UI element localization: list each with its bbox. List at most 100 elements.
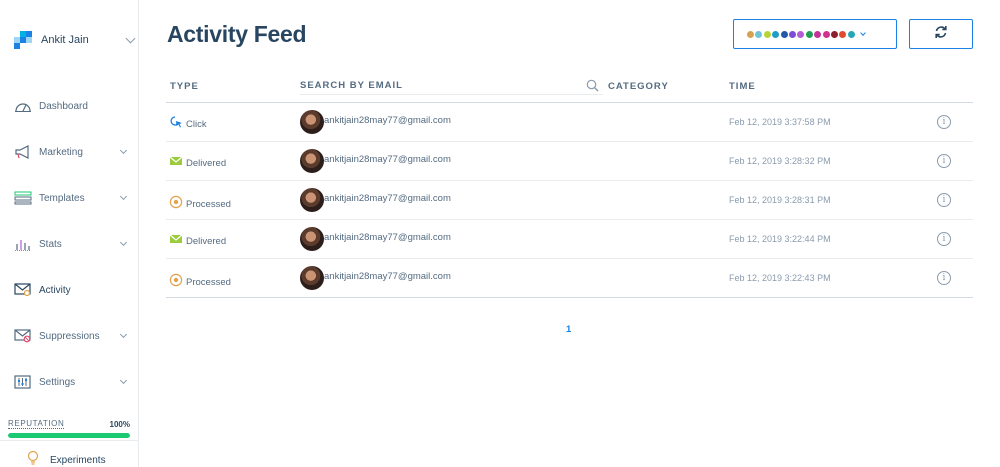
sidebar-item-label: Dashboard: [39, 100, 88, 112]
reputation-meter: REPUTATION 100%: [8, 418, 130, 438]
event-type-label: Processed: [186, 199, 231, 210]
category-color-dot: [814, 30, 822, 38]
sidebar-item-label: Templates: [39, 192, 85, 204]
chevron-down-icon: [119, 376, 128, 384]
recipient-email[interactable]: ankitjain28may77@gmail.com: [324, 115, 451, 126]
table-row[interactable]: Click ankitjain28may77@gmail.com Feb 12,…: [166, 103, 973, 142]
sidebar-item-label: Settings: [39, 376, 76, 388]
recipient-email[interactable]: ankitjain28may77@gmail.com: [324, 154, 451, 165]
event-time: Feb 12, 2019 3:22:43 PM: [729, 273, 831, 283]
column-header-time: TIME: [729, 81, 756, 92]
chevron-down-icon: [125, 33, 136, 43]
reputation-label[interactable]: REPUTATION: [8, 419, 65, 429]
page-title: Activity Feed: [167, 21, 307, 47]
column-header-category: CATEGORY: [608, 81, 669, 92]
sidebar-item-templates[interactable]: Templates: [14, 188, 132, 208]
sidebar-item-dashboard[interactable]: Dashboard: [14, 96, 132, 116]
click-icon: [169, 115, 183, 134]
event-type: Delivered: [169, 232, 226, 251]
stats-icon: [14, 235, 32, 253]
category-color-filter[interactable]: [733, 19, 897, 49]
settings-icon: [14, 373, 32, 391]
recipient-email[interactable]: ankitjain28may77@gmail.com: [324, 193, 451, 204]
suppressions-icon: [14, 327, 32, 345]
chevron-down-icon: [119, 330, 128, 338]
sidebar-item-label: Stats: [39, 238, 62, 250]
category-color-dot: [772, 30, 780, 38]
sidebar: Ankit Jain Dashboard Marketing Templates…: [0, 0, 139, 467]
reputation-value: 100%: [109, 419, 130, 429]
avatar: [300, 110, 324, 134]
account-switcher[interactable]: Ankit Jain: [14, 29, 136, 51]
sidebar-item-activity[interactable]: Activity: [14, 280, 132, 300]
reputation-bar-fill: [8, 433, 130, 438]
chevron-down-icon: [119, 238, 128, 246]
table-row[interactable]: Delivered ankitjain28may77@gmail.com Feb…: [166, 142, 973, 181]
category-color-dot: [747, 30, 754, 38]
event-type-label: Click: [186, 119, 207, 130]
table-row[interactable]: Processed ankitjain28may77@gmail.com Feb…: [166, 259, 973, 298]
event-time: Feb 12, 2019 3:37:58 PM: [729, 117, 831, 127]
avatar: [300, 149, 324, 173]
divider: [0, 440, 139, 441]
table-row[interactable]: Delivered ankitjain28may77@gmail.com Feb…: [166, 220, 973, 259]
event-time: Feb 12, 2019 3:28:31 PM: [729, 195, 831, 205]
info-icon[interactable]: i: [937, 271, 951, 285]
event-type: Click: [169, 115, 207, 134]
chevron-down-icon: [119, 146, 128, 154]
event-type: Processed: [169, 273, 231, 292]
sidebar-item-label: Marketing: [39, 146, 83, 158]
event-type-label: Processed: [186, 277, 231, 288]
event-time: Feb 12, 2019 3:28:32 PM: [729, 156, 831, 166]
sidebar-item-label: Activity: [39, 284, 71, 296]
chevron-down-icon: [119, 192, 128, 200]
category-color-dot: [847, 30, 855, 38]
sidebar-item-stats[interactable]: Stats: [14, 234, 132, 254]
sendgrid-logo-icon: [14, 31, 32, 49]
recipient-email[interactable]: ankitjain28may77@gmail.com: [324, 271, 451, 282]
info-icon[interactable]: i: [937, 193, 951, 207]
recipient-email[interactable]: ankitjain28may77@gmail.com: [324, 232, 451, 243]
sidebar-item-settings[interactable]: Settings: [14, 372, 132, 392]
search-email-input[interactable]: [300, 77, 603, 95]
info-icon[interactable]: i: [937, 232, 951, 246]
templates-icon: [14, 189, 32, 207]
column-header-type: TYPE: [170, 81, 199, 92]
delivered-icon: [169, 232, 183, 251]
chevron-down-icon: [860, 29, 866, 36]
event-type: Processed: [169, 195, 231, 214]
info-icon[interactable]: i: [937, 115, 951, 129]
sidebar-item-suppressions[interactable]: Suppressions: [14, 326, 132, 346]
category-color-dot: [763, 30, 771, 38]
reputation-bar: [8, 433, 130, 438]
lightbulb-icon: [26, 450, 40, 467]
category-color-dot: [830, 30, 838, 38]
sidebar-item-experiments[interactable]: Experiments: [26, 450, 106, 467]
category-color-dot: [797, 30, 805, 38]
dashboard-icon: [14, 97, 32, 115]
info-icon[interactable]: i: [937, 154, 951, 168]
avatar: [300, 227, 324, 251]
category-color-dot: [788, 30, 796, 38]
refresh-icon: [934, 25, 948, 44]
avatar: [300, 188, 324, 212]
account-name: Ankit Jain: [41, 34, 89, 46]
event-type-label: Delivered: [186, 158, 227, 169]
category-color-dot: [822, 30, 830, 38]
table-row[interactable]: Processed ankitjain28may77@gmail.com Feb…: [166, 181, 973, 220]
activity-icon: [14, 281, 32, 299]
category-color-dot: [839, 30, 847, 38]
category-color-dot: [805, 30, 813, 38]
refresh-button[interactable]: [909, 19, 973, 49]
processed-icon: [169, 195, 183, 214]
sidebar-item-label: Suppressions: [39, 330, 100, 342]
megaphone-icon: [14, 143, 32, 161]
category-color-dot: [780, 30, 788, 38]
avatar: [300, 266, 324, 290]
sidebar-item-marketing[interactable]: Marketing: [14, 142, 132, 162]
event-type-label: Delivered: [186, 236, 227, 247]
event-time: Feb 12, 2019 3:22:44 PM: [729, 234, 831, 244]
delivered-icon: [169, 154, 183, 173]
pagination-page-1[interactable]: 1: [566, 324, 571, 335]
search-icon[interactable]: [586, 79, 599, 97]
